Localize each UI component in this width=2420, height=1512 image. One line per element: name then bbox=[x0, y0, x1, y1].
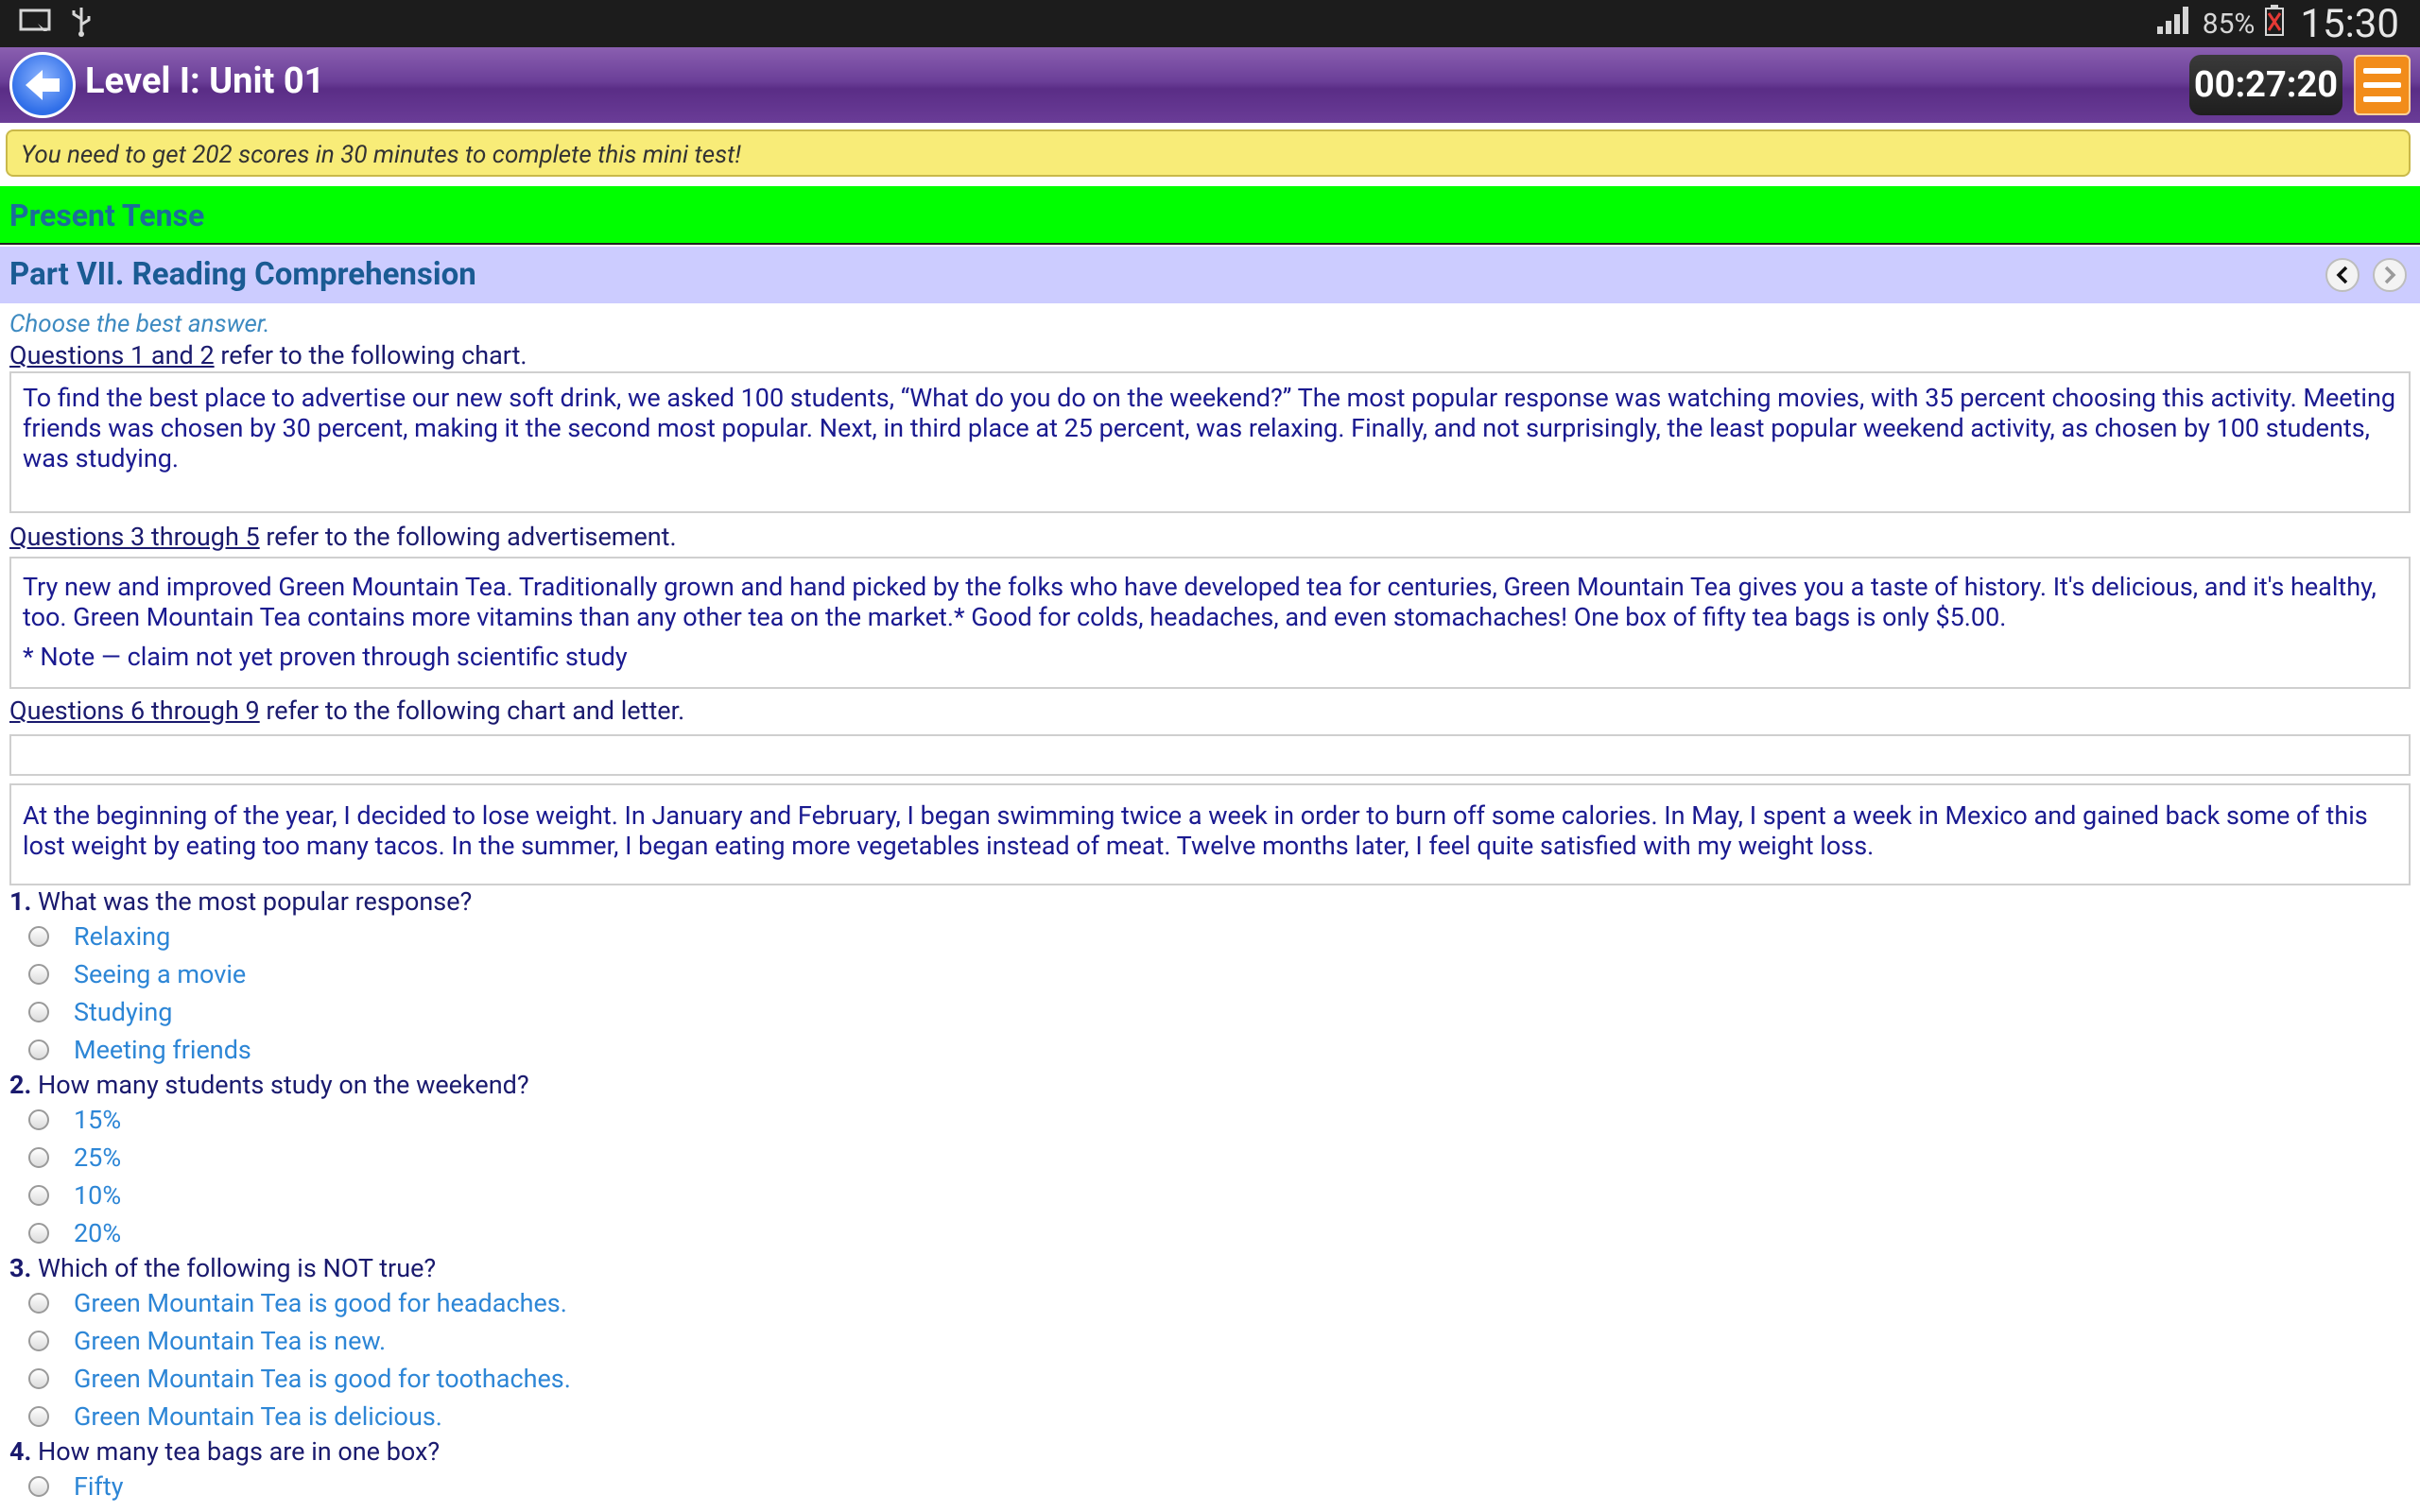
status-bar: 85% 15:30 bbox=[0, 0, 2420, 47]
question: 4. How many tea bags are in one box? bbox=[9, 1436, 441, 1467]
answer-option[interactable]: 20% bbox=[9, 1214, 2411, 1252]
chart-box bbox=[9, 734, 2411, 776]
passage-reference: Questions 1 and 2 refer to the following… bbox=[9, 340, 527, 370]
radio-button[interactable] bbox=[28, 1147, 49, 1168]
page-title: Level I: Unit 01 bbox=[85, 60, 325, 102]
passage-text: To find the best place to advertise our … bbox=[23, 383, 2396, 473]
question-list: 1. What was the most popular response? R… bbox=[9, 885, 2411, 1505]
previous-part-button[interactable] bbox=[2325, 258, 2360, 292]
answer-option[interactable]: Green Mountain Tea is good for toothache… bbox=[9, 1360, 2411, 1398]
radio-button[interactable] bbox=[28, 1331, 49, 1351]
back-button[interactable] bbox=[9, 52, 76, 118]
question: 2. How many students study on the weeken… bbox=[9, 1070, 529, 1100]
answer-option[interactable]: Green Mountain Tea is good for headaches… bbox=[9, 1284, 2411, 1322]
test-notice: You need to get 202 scores in 30 minutes… bbox=[6, 129, 2411, 177]
countdown-timer: 00:27:20 bbox=[2189, 55, 2342, 115]
signal-icon bbox=[2155, 4, 2193, 43]
chevron-right-icon bbox=[2384, 266, 2396, 284]
menu-button[interactable] bbox=[2354, 55, 2411, 115]
title-bar: Level I: Unit 01 00:27:20 bbox=[0, 47, 2420, 123]
passage-note: * Note — claim not yet proven through sc… bbox=[23, 642, 628, 672]
radio-button[interactable] bbox=[28, 1002, 49, 1022]
passage-box: To find the best place to advertise our … bbox=[9, 371, 2411, 513]
content-area: Choose the best answer. Questions 1 and … bbox=[9, 309, 2411, 1505]
questions-link[interactable]: Questions 6 through 9 bbox=[9, 696, 260, 726]
passage-box: Try new and improved Green Mountain Tea.… bbox=[9, 557, 2411, 689]
radio-button[interactable] bbox=[28, 1040, 49, 1060]
arrow-left-icon bbox=[26, 70, 60, 100]
answer-option[interactable]: 25% bbox=[9, 1139, 2411, 1177]
section-header: Present Tense bbox=[0, 186, 2420, 245]
chevron-left-icon bbox=[2336, 266, 2348, 284]
radio-button[interactable] bbox=[28, 1109, 49, 1130]
answer-option[interactable]: 15% bbox=[9, 1101, 2411, 1139]
radio-button[interactable] bbox=[28, 1476, 49, 1497]
radio-button[interactable] bbox=[28, 1406, 49, 1427]
radio-button[interactable] bbox=[28, 1368, 49, 1389]
radio-button[interactable] bbox=[28, 964, 49, 985]
questions-link[interactable]: Questions 3 through 5 bbox=[9, 522, 260, 552]
question: 3. Which of the following is NOT true? bbox=[9, 1253, 437, 1283]
answer-option[interactable]: Relaxing bbox=[9, 918, 2411, 955]
answer-option[interactable]: 10% bbox=[9, 1177, 2411, 1214]
answer-option[interactable]: Green Mountain Tea is new. bbox=[9, 1322, 2411, 1360]
part-header: Part VII. Reading Comprehension bbox=[0, 247, 2420, 303]
passage-reference: Questions 6 through 9 refer to the follo… bbox=[9, 696, 685, 726]
answer-option[interactable]: Studying bbox=[9, 993, 2411, 1031]
radio-button[interactable] bbox=[28, 1185, 49, 1206]
passage-box: At the beginning of the year, I decided … bbox=[9, 783, 2411, 885]
questions-link[interactable]: Questions 1 and 2 bbox=[9, 340, 215, 370]
answer-option[interactable]: Meeting friends bbox=[9, 1031, 2411, 1069]
answer-option[interactable]: Green Mountain Tea is delicious. bbox=[9, 1398, 2411, 1435]
passage-text: At the beginning of the year, I decided … bbox=[23, 800, 2368, 861]
question: 1. What was the most popular response? bbox=[9, 886, 473, 917]
clock: 15:30 bbox=[2300, 0, 2399, 47]
usb-icon bbox=[70, 6, 93, 42]
battery-icon bbox=[2264, 4, 2285, 43]
screen-cast-icon bbox=[19, 9, 53, 39]
passage-reference: Questions 3 through 5 refer to the follo… bbox=[9, 522, 677, 552]
answer-option[interactable]: Fifty bbox=[9, 1468, 2411, 1505]
section-title: Present Tense bbox=[9, 198, 205, 233]
menu-icon bbox=[2363, 68, 2401, 74]
next-part-button[interactable] bbox=[2373, 258, 2407, 292]
radio-button[interactable] bbox=[28, 1223, 49, 1244]
part-title: Part VII. Reading Comprehension bbox=[9, 256, 476, 293]
instructions: Choose the best answer. bbox=[9, 310, 270, 338]
battery-percent: 85% bbox=[2202, 7, 2256, 41]
answer-option[interactable]: Seeing a movie bbox=[9, 955, 2411, 993]
radio-button[interactable] bbox=[28, 926, 49, 947]
radio-button[interactable] bbox=[28, 1293, 49, 1314]
passage-text: Try new and improved Green Mountain Tea.… bbox=[23, 572, 2377, 632]
